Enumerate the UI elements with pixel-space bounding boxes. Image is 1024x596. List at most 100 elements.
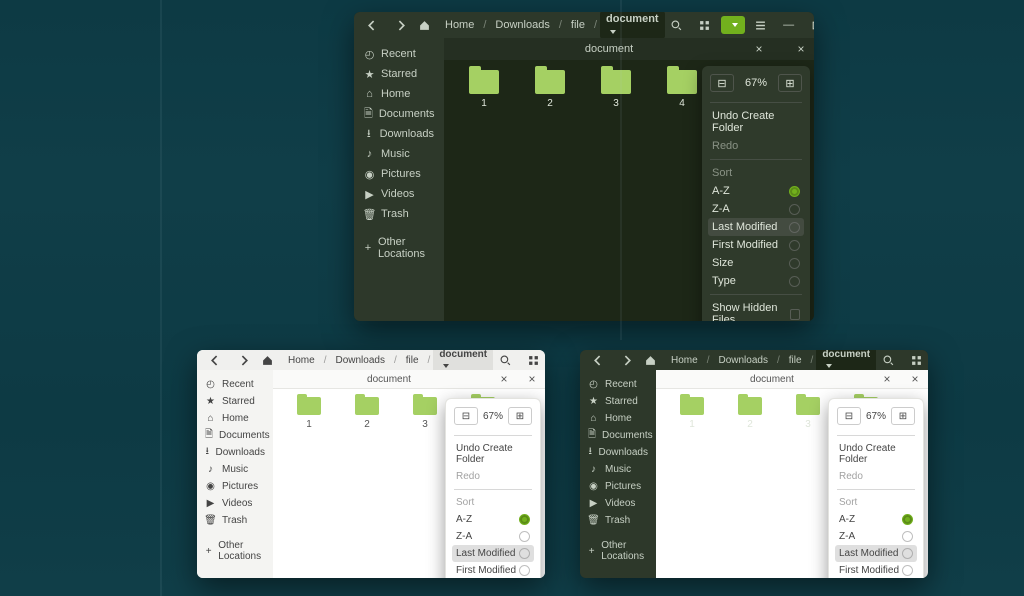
zoom-out-button[interactable]: ⊟ [710, 74, 734, 92]
crumb-file[interactable]: file [565, 17, 591, 33]
home-icon[interactable] [412, 16, 436, 34]
folder-item[interactable]: 3 [596, 70, 636, 109]
sidebar-item-home[interactable]: ⌂Home [197, 410, 273, 427]
tab-add-button[interactable]: × [908, 372, 922, 386]
tab-add-button[interactable]: × [525, 372, 539, 386]
sidebar-item-pictures[interactable]: ◉Pictures [354, 164, 444, 184]
sidebar-item-music[interactable]: ♪Music [354, 144, 444, 164]
search-button[interactable] [665, 16, 689, 34]
crumb-downloads[interactable]: Downloads [489, 17, 555, 33]
sidebar-item-home[interactable]: ⌂Home [580, 410, 656, 427]
zoom-in-button[interactable]: ⊞ [778, 74, 802, 92]
crumb-home[interactable]: Home [282, 353, 321, 368]
sidebar-item-recent[interactable]: ◴Recent [580, 376, 656, 393]
sort-za[interactable]: Z-A [452, 528, 534, 545]
crumb-document[interactable]: document [600, 12, 665, 39]
sidebar-item-other-locations[interactable]: +Other Locations [197, 537, 273, 565]
tab-document[interactable]: document [585, 43, 633, 55]
zoom-in-button[interactable]: ⊞ [891, 407, 915, 425]
crumb-downloads[interactable]: Downloads [712, 353, 773, 368]
sidebar-item-downloads[interactable]: ⭳Downloads [580, 444, 656, 461]
forward-button[interactable] [388, 16, 412, 34]
zoom-out-button[interactable]: ⊟ [454, 407, 478, 425]
sidebar-item-starred[interactable]: ★Starred [354, 64, 444, 84]
forward-button[interactable] [614, 351, 638, 369]
forward-button[interactable] [231, 351, 255, 369]
sidebar-item-trash[interactable]: 🗑Trash [197, 512, 273, 529]
folder-item[interactable]: 1 [464, 70, 504, 109]
tab-close-button[interactable]: × [880, 372, 894, 386]
crumb-home[interactable]: Home [665, 353, 704, 368]
sidebar-item-pictures[interactable]: ◉Pictures [580, 478, 656, 495]
sort-az[interactable]: A-Z [452, 511, 534, 528]
sidebar-item-home[interactable]: ⌂Home [354, 84, 444, 104]
sidebar-item-trash[interactable]: 🗑Trash [354, 204, 444, 224]
tab-add-button[interactable]: × [794, 42, 808, 56]
back-button[interactable] [586, 351, 610, 369]
sidebar-item-documents[interactable]: 🗎Documents [197, 427, 273, 444]
sidebar-item-music[interactable]: ♪Music [580, 461, 656, 478]
folder-item[interactable]: 1 [672, 397, 712, 430]
folder-item[interactable]: 2 [530, 70, 570, 109]
tab-document[interactable]: document [367, 374, 411, 385]
folder-item[interactable]: 2 [347, 397, 387, 430]
sidebar-item-starred[interactable]: ★Starred [197, 393, 273, 410]
sidebar-item-documents[interactable]: 🗎Documents [580, 427, 656, 444]
sidebar-item-pictures[interactable]: ◉Pictures [197, 478, 273, 495]
folder-item[interactable]: 3 [788, 397, 828, 430]
back-button[interactable] [360, 16, 384, 34]
crumb-file[interactable]: file [400, 353, 425, 368]
sidebar-item-downloads[interactable]: ⭳Downloads [354, 124, 444, 144]
sidebar-item-starred[interactable]: ★Starred [580, 393, 656, 410]
sidebar-item-downloads[interactable]: ⭳Downloads [197, 444, 273, 461]
minimize-button[interactable]: — [777, 16, 801, 34]
zoom-in-button[interactable]: ⊞ [508, 407, 532, 425]
menu-undo[interactable]: Undo Create Folder [452, 440, 534, 468]
sidebar-item-trash[interactable]: 🗑Trash [580, 512, 656, 529]
home-icon[interactable] [255, 351, 279, 369]
search-button[interactable] [876, 351, 900, 369]
hamburger-menu-button[interactable] [749, 16, 773, 34]
sidebar-item-videos[interactable]: ▶Videos [580, 495, 656, 512]
tab-close-button[interactable]: × [752, 42, 766, 56]
back-button[interactable] [203, 351, 227, 369]
sort-type[interactable]: Type [708, 272, 804, 290]
grid-view-button[interactable] [904, 351, 928, 369]
sort-az[interactable]: A-Z [835, 511, 917, 528]
view-options-button[interactable] [721, 16, 745, 34]
home-icon[interactable] [638, 351, 662, 369]
crumb-downloads[interactable]: Downloads [329, 353, 390, 368]
folder-item[interactable]: 3 [405, 397, 445, 430]
menu-undo[interactable]: Undo Create Folder [835, 440, 917, 468]
sort-last-modified[interactable]: Last Modified [452, 545, 534, 562]
sidebar-item-documents[interactable]: 🗎Documents [354, 104, 444, 124]
sort-za[interactable]: Z-A [835, 528, 917, 545]
search-button[interactable] [493, 351, 517, 369]
sidebar-item-recent[interactable]: ◴Recent [197, 376, 273, 393]
sidebar-item-other-locations[interactable]: +Other Locations [354, 232, 444, 264]
sidebar-item-music[interactable]: ♪Music [197, 461, 273, 478]
folder-item[interactable]: 1 [289, 397, 329, 430]
sort-first-modified[interactable]: First Modified [708, 236, 804, 254]
zoom-out-button[interactable]: ⊟ [837, 407, 861, 425]
grid-view-button[interactable] [521, 351, 545, 369]
maximize-button[interactable] [805, 16, 814, 34]
sidebar-item-videos[interactable]: ▶Videos [197, 495, 273, 512]
sort-first-modified[interactable]: First Modified [835, 562, 917, 578]
crumb-file[interactable]: file [783, 353, 808, 368]
sort-first-modified[interactable]: First Modified [452, 562, 534, 578]
sidebar-item-other-locations[interactable]: +Other Locations [580, 537, 656, 565]
sort-last-modified[interactable]: Last Modified [708, 218, 804, 236]
folder-item[interactable]: 4 [662, 70, 702, 109]
sort-az[interactable]: A-Z [708, 182, 804, 200]
folder-item[interactable]: 2 [730, 397, 770, 430]
menu-undo[interactable]: Undo Create Folder [708, 107, 804, 137]
tab-close-button[interactable]: × [497, 372, 511, 386]
sort-size[interactable]: Size [708, 254, 804, 272]
sidebar-item-recent[interactable]: ◴Recent [354, 44, 444, 64]
grid-view-button[interactable] [693, 16, 717, 34]
tab-document[interactable]: document [750, 374, 794, 385]
sort-za[interactable]: Z-A [708, 200, 804, 218]
sidebar-item-videos[interactable]: ▶Videos [354, 184, 444, 204]
sort-last-modified[interactable]: Last Modified [835, 545, 917, 562]
